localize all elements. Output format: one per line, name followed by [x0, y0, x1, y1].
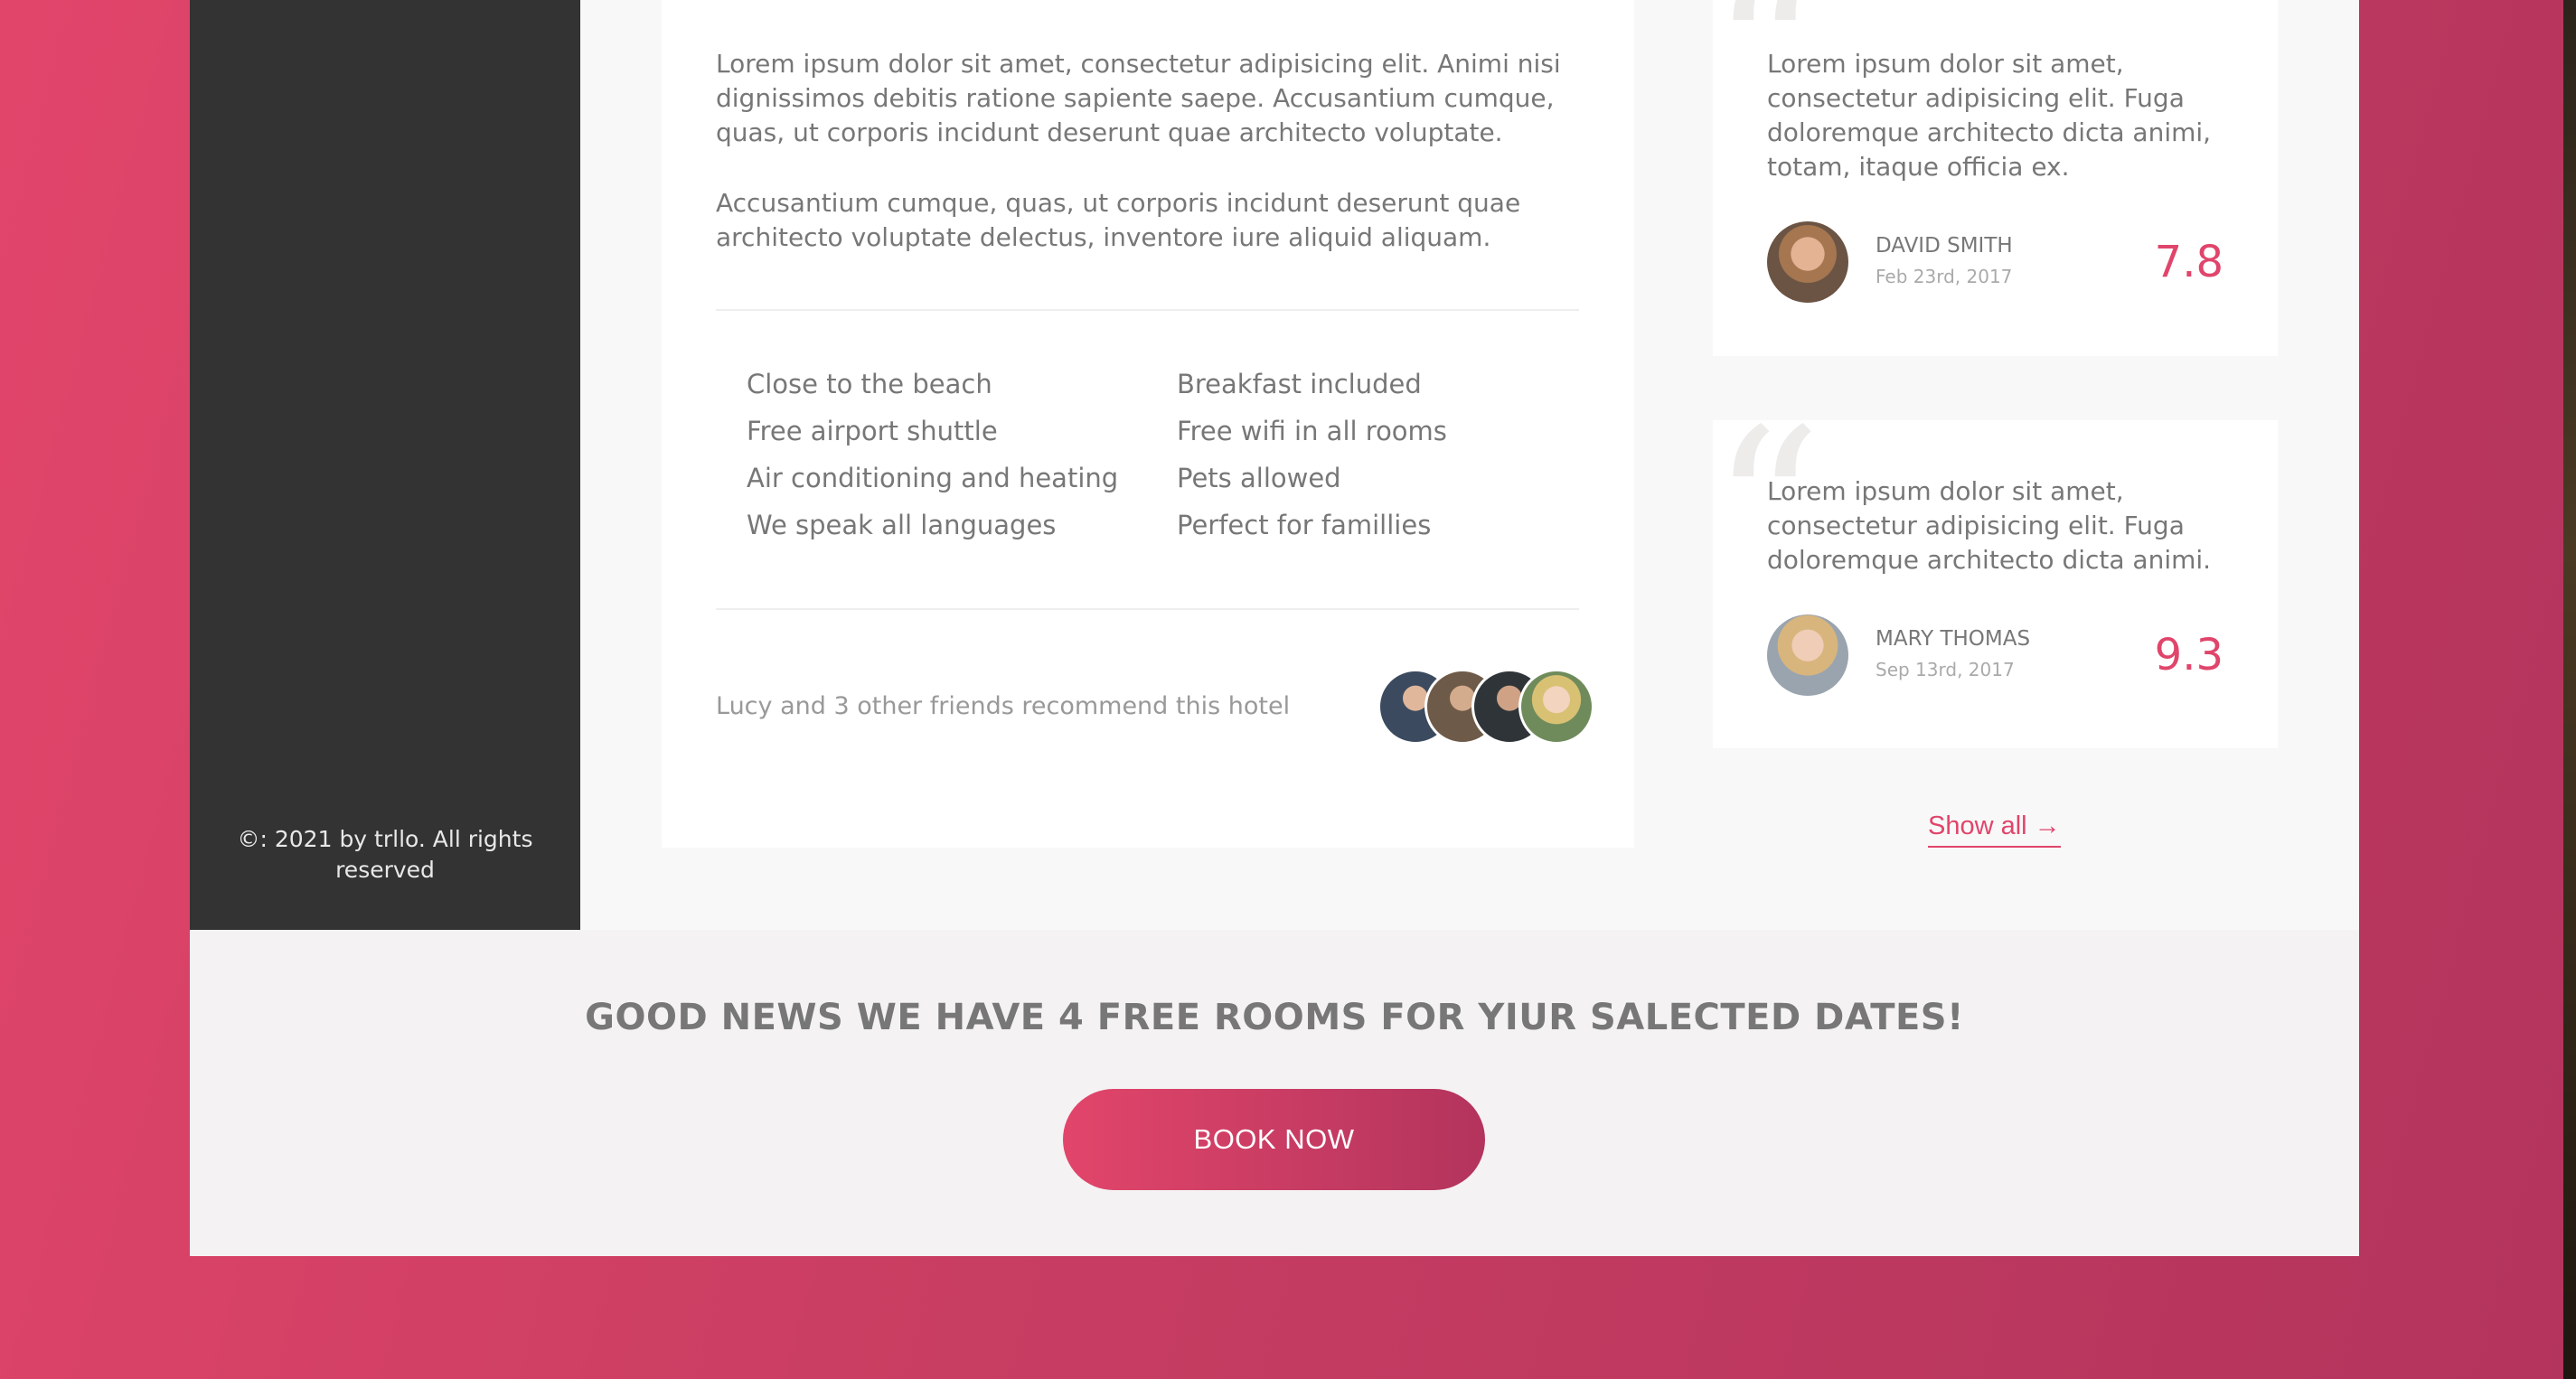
feature-list-right: Breakfast included Free wifi in all room… [1177, 361, 1447, 549]
reviewer-avatar [1767, 221, 1848, 303]
feature-item: Pets allowed [1177, 463, 1341, 493]
review-text: Lorem ipsum dolor sit amet, consectetur … [1767, 49, 2212, 182]
description-paragraph-1: Lorem ipsum dolor sit amet, consectetur … [716, 49, 1561, 147]
review-score: 9.3 [2154, 630, 2223, 680]
review-text: Lorem ipsum dolor sit amet, consectetur … [1767, 476, 2212, 575]
page-container: ©: 2021 by trllo. All rights reserved Lo… [190, 0, 2359, 1256]
book-now-button[interactable]: BOOK NOW [1063, 1089, 1485, 1190]
feature-item: Air conditioning and heating [747, 463, 1119, 493]
reviewer-name: MARY THOMAS [1876, 627, 2031, 651]
cta-heading: GOOD NEWS WE HAVE 4 FREE ROOMS FOR YIUR … [585, 997, 1964, 1038]
reviewer-avatar [1767, 614, 1848, 696]
feature-item: Free wifi in all rooms [1177, 416, 1447, 446]
background-photo-edge [2563, 0, 2576, 1379]
divider [716, 608, 1579, 610]
review-date: Feb 23rd, 2017 [1876, 266, 2013, 287]
sidebar: ©: 2021 by trllo. All rights reserved [190, 0, 580, 930]
review-date: Sep 13rd, 2017 [1876, 659, 2015, 680]
call-to-action: GOOD NEWS WE HAVE 4 FREE ROOMS FOR YIUR … [190, 930, 2359, 1256]
hotel-description: Lorem ipsum dolor sit amet, consectetur … [662, 0, 1634, 848]
divider [716, 309, 1579, 311]
show-all-link[interactable]: Show all → [1928, 808, 2061, 848]
review-card: “ Lorem ipsum dolor sit amet, consectetu… [1711, 400, 2278, 748]
copyright-text: ©: 2021 by trllo. All rights reserved [237, 826, 533, 883]
feature-item: Close to the beach [747, 369, 992, 399]
friends-avatars [1377, 669, 1594, 745]
feature-item: Free airport shuttle [747, 416, 998, 446]
review-card: “ Lorem ipsum dolor sit amet, consectetu… [1711, 0, 2278, 356]
description-paragraph-2: Accusantium cumque, quas, ut corporis in… [716, 188, 1521, 252]
feature-item: Breakfast included [1177, 369, 1422, 399]
review-score: 7.8 [2154, 237, 2223, 287]
recommend-text: Lucy and 3 other friends recommend this … [716, 692, 1291, 720]
feature-list-left: Close to the beach Free airport shuttle … [747, 361, 1118, 549]
feature-item: We speak all languages [747, 510, 1057, 540]
friend-avatar[interactable] [1518, 669, 1594, 745]
reviewer-name: DAVID SMITH [1876, 234, 2013, 258]
feature-item: Perfect for famillies [1177, 510, 1432, 540]
